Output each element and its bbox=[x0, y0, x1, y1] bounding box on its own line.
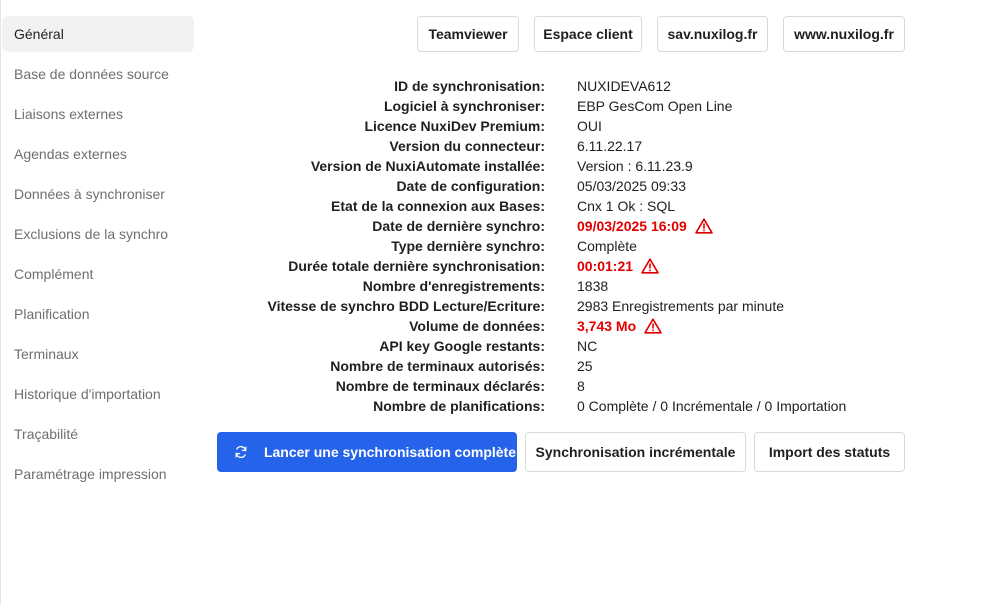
sidebar-nav: Général Base de données source Liaisons … bbox=[0, 0, 200, 604]
info-row-api-key-google: API key Google restants: NC bbox=[200, 336, 994, 356]
info-row-nombre-enregistrements: Nombre d'enregistrements: 1838 bbox=[200, 276, 994, 296]
warning-triangle-icon bbox=[641, 258, 659, 274]
info-label: Licence NuxiDev Premium: bbox=[364, 118, 545, 134]
sidebar-item-general[interactable]: Général bbox=[2, 16, 194, 52]
info-label: Etat de la connexion aux Bases: bbox=[331, 198, 545, 214]
teamviewer-button[interactable]: Teamviewer bbox=[417, 16, 519, 52]
info-value: NUXIDEVA612 bbox=[577, 78, 671, 94]
info-row-date-configuration: Date de configuration: 05/03/2025 09:33 bbox=[200, 176, 994, 196]
info-label: Nombre de terminaux autorisés: bbox=[330, 358, 545, 374]
info-label: Nombre d'enregistrements: bbox=[362, 278, 545, 294]
info-row-version-connecteur: Version du connecteur: 6.11.22.17 bbox=[200, 136, 994, 156]
info-row-terminaux-declares: Nombre de terminaux déclarés: 8 bbox=[200, 376, 994, 396]
info-row-version-nuxiautomate: Version de NuxiAutomate installée: Versi… bbox=[200, 156, 994, 176]
sidebar-item-parametrage-impression[interactable]: Paramétrage impression bbox=[2, 456, 194, 492]
info-label: Vitesse de synchro BDD Lecture/Ecriture: bbox=[267, 298, 545, 314]
info-value-alert: 3,743 Mo bbox=[577, 316, 662, 336]
full-sync-label: Lancer une synchronisation complète bbox=[263, 444, 516, 460]
info-label: Type dernière synchro: bbox=[391, 238, 545, 254]
sidebar-item-historique-importation[interactable]: Historique d'importation bbox=[2, 376, 194, 412]
info-label: Date de dernière synchro: bbox=[372, 218, 545, 234]
info-value: EBP GesCom Open Line bbox=[577, 98, 733, 114]
info-label: Nombre de terminaux déclarés: bbox=[335, 378, 545, 394]
info-value: Complète bbox=[577, 238, 637, 254]
info-label: Durée totale dernière synchronisation: bbox=[288, 258, 545, 274]
info-row-type-derniere-synchro: Type dernière synchro: Complète bbox=[200, 236, 994, 256]
info-row-licence: Licence NuxiDev Premium: OUI bbox=[200, 116, 994, 136]
info-label: Version du connecteur: bbox=[389, 138, 545, 154]
sav-link-button[interactable]: sav.nuxilog.fr bbox=[657, 16, 768, 52]
info-value: 25 bbox=[577, 358, 593, 374]
info-label: Date de configuration: bbox=[396, 178, 545, 194]
info-value: OUI bbox=[577, 118, 602, 134]
info-row-terminaux-autorises: Nombre de terminaux autorisés: 25 bbox=[200, 356, 994, 376]
info-value: Version : 6.11.23.9 bbox=[577, 158, 693, 174]
info-row-vitesse-synchro: Vitesse de synchro BDD Lecture/Ecriture:… bbox=[200, 296, 994, 316]
info-value-alert: 00:01:21 bbox=[577, 256, 659, 276]
sidebar-item-agendas-externes[interactable]: Agendas externes bbox=[2, 136, 194, 172]
info-row-volume-donnees: Volume de données: 3,743 Mo bbox=[200, 316, 994, 336]
sidebar-item-planification[interactable]: Planification bbox=[2, 296, 194, 332]
info-row-id-synchronisation: ID de synchronisation: NUXIDEVA612 bbox=[200, 76, 994, 96]
warning-triangle-icon bbox=[644, 318, 662, 334]
info-value: 05/03/2025 09:33 bbox=[577, 178, 686, 194]
warning-triangle-icon bbox=[694, 218, 713, 234]
info-row-etat-connexion: Etat de la connexion aux Bases: Cnx 1 Ok… bbox=[200, 196, 994, 216]
sidebar-item-base-donnees-source[interactable]: Base de données source bbox=[2, 56, 194, 92]
sidebar-item-complement[interactable]: Complément bbox=[2, 256, 194, 292]
sidebar-item-donnees-a-synchroniser[interactable]: Données à synchroniser bbox=[2, 176, 194, 212]
sidebar-item-liaisons-externes[interactable]: Liaisons externes bbox=[2, 96, 194, 132]
info-value-alert: 09/03/2025 16:09 bbox=[577, 216, 713, 236]
info-label: Version de NuxiAutomate installée: bbox=[310, 158, 545, 174]
info-value: Cnx 1 Ok : SQL bbox=[577, 198, 676, 214]
info-value: 6.11.22.17 bbox=[577, 138, 643, 154]
info-row-duree-synchronisation: Durée totale dernière synchronisation: 0… bbox=[200, 256, 994, 276]
info-label: Volume de données: bbox=[409, 318, 545, 334]
espace-client-button[interactable]: Espace client bbox=[534, 16, 642, 52]
website-link-button[interactable]: www.nuxilog.fr bbox=[783, 16, 905, 52]
info-value: NC bbox=[577, 338, 598, 354]
info-value: 1838 bbox=[577, 278, 609, 294]
incremental-sync-button[interactable]: Synchronisation incrémentale bbox=[525, 432, 746, 472]
info-label: API key Google restants: bbox=[379, 338, 545, 354]
sync-arrows-icon bbox=[235, 446, 247, 458]
import-status-button[interactable]: Import des statuts bbox=[754, 432, 905, 472]
info-row-nombre-planifications: Nombre de planifications: 0 Complète / 0… bbox=[200, 396, 994, 416]
info-row-logiciel: Logiciel à synchroniser: EBP GesCom Open… bbox=[200, 96, 994, 116]
info-value: 0 Complète / 0 Incrémentale / 0 Importat… bbox=[577, 398, 847, 414]
info-value: 8 bbox=[577, 378, 585, 394]
info-label: Logiciel à synchroniser: bbox=[383, 98, 545, 114]
info-value: 2983 Enregistrements par minute bbox=[577, 298, 784, 314]
sidebar-item-terminaux[interactable]: Terminaux bbox=[2, 336, 194, 372]
info-label: Nombre de planifications: bbox=[373, 398, 545, 414]
info-label: ID de synchronisation: bbox=[394, 78, 545, 94]
full-sync-button[interactable]: Lancer une synchronisation complète bbox=[217, 432, 517, 472]
sidebar-item-tracabilite[interactable]: Traçabilité bbox=[2, 416, 194, 452]
info-row-date-derniere-synchro: Date de dernière synchro: 09/03/2025 16:… bbox=[200, 216, 994, 236]
sidebar-item-exclusions-synchro[interactable]: Exclusions de la synchro bbox=[2, 216, 194, 252]
